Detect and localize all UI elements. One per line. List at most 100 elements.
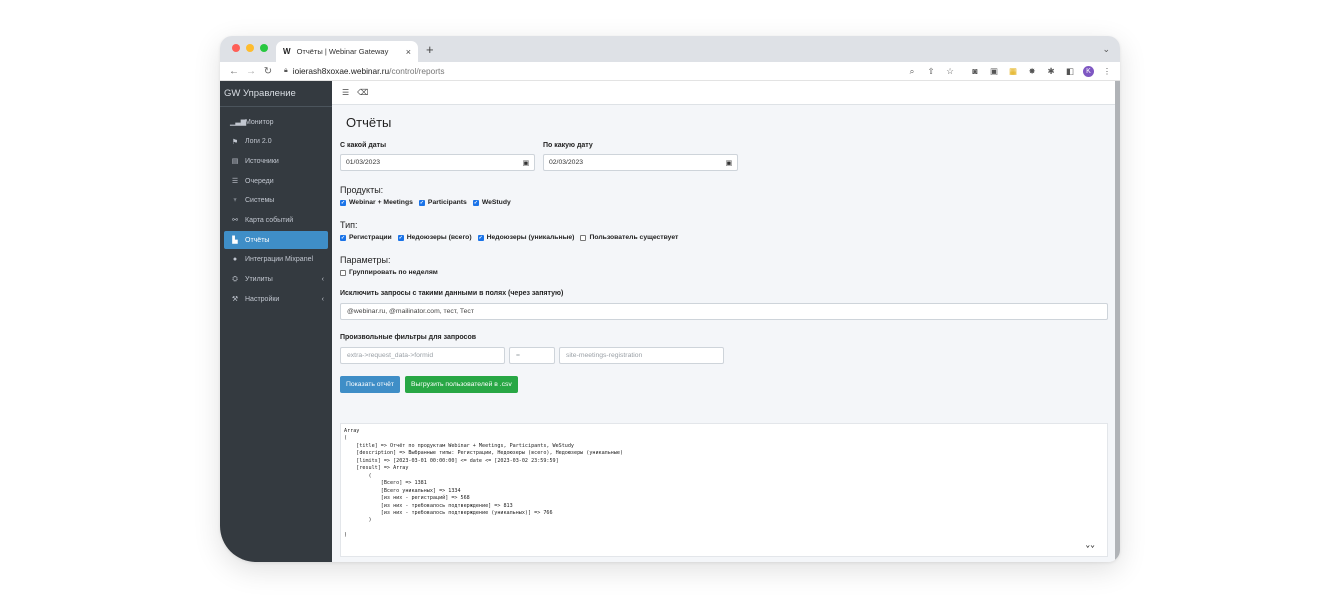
action-buttons: Показать отчёт Выгрузить пользователей в… (340, 376, 1112, 393)
product-checkbox-westudy[interactable]: ✓ WeStudy (472, 199, 511, 206)
checkbox-label: Webinar + Meetings (349, 199, 413, 206)
zoom-icon[interactable]: ⌕ (906, 66, 918, 77)
type-checkbox-nonusers-unique[interactable]: ✓ Недоюзеры (уникальные) (477, 234, 575, 241)
output-line: [из них - требовалось подтверждение (уни… (344, 509, 553, 516)
puzzle-extensions-icon[interactable]: ✱ (1045, 66, 1057, 77)
flag-icon: ⚑ (231, 138, 239, 146)
type-checkbox-nonusers-total[interactable]: ✓ Недоюзеры (всего) (397, 234, 472, 241)
date-to-input[interactable]: 02/03/2023 ▣ (543, 154, 738, 171)
date-from-input[interactable]: 01/03/2023 ▣ (340, 154, 535, 171)
product-checkbox-webinar[interactable]: ✓ Webinar + Meetings (340, 199, 413, 206)
type-checkbox-user-exists[interactable]: Пользователь существует (580, 234, 678, 241)
params-checkboxes: Группировать по неделям (340, 269, 1112, 276)
calendar-icon[interactable]: ▣ (523, 159, 529, 167)
type-heading: Тип: (340, 220, 358, 230)
forward-icon[interactable]: → (244, 66, 258, 77)
date-from-value: 01/03/2023 (346, 159, 381, 166)
brand-title[interactable]: GW Управление (220, 81, 332, 107)
filter-field-input[interactable]: extra->request_data->formid (340, 347, 505, 364)
output-line: ) (344, 517, 372, 524)
type-checkboxes: ✓ Регистрации ✓ Недоюзеры (всего) ✓ Недоюзе… (340, 234, 1112, 241)
filters-label: Произвольные фильтры для запросов (340, 334, 477, 341)
sidebar-item-label: Отчёты (245, 236, 270, 244)
checkbox-checked-icon[interactable]: ✓ (397, 234, 404, 241)
double-chevron-down-icon[interactable]: ⌄⌄ (1085, 540, 1095, 549)
scrollbar[interactable] (1115, 81, 1120, 562)
date-to-label: По какую дату (543, 142, 593, 149)
page-title: Отчёты (346, 115, 392, 130)
sidebar-item-systems[interactable]: ♆ Системы (224, 192, 328, 210)
exclude-input[interactable]: @webinar.ru, @mailinator.com, тест, Тест (340, 303, 1108, 320)
sidebar-item-sources[interactable]: ▤ Источники (224, 152, 328, 170)
checkbox-unchecked-icon[interactable] (580, 234, 587, 241)
sidebar-item-mixpanel[interactable]: ● Интеграции Mixpanel (224, 251, 328, 269)
wrench-icon: ⚒ (231, 296, 239, 304)
params-heading: Параметры: (340, 255, 391, 265)
close-window-button[interactable] (232, 44, 240, 52)
output-line: ) (344, 532, 348, 539)
sidebar-item-label: Утилиты (245, 276, 273, 283)
eraser-icon[interactable]: ⌫ (357, 88, 368, 97)
output-line: [Всего] => 1381 (344, 480, 427, 487)
toolbox-icon: ⛭ (232, 275, 238, 283)
extension-badge-icon[interactable]: ▦ (1007, 66, 1019, 77)
minimize-window-button[interactable] (246, 44, 254, 52)
share-icon[interactable]: ⇧ (925, 66, 937, 77)
date-from-label: С какой даты (340, 142, 387, 149)
url-field[interactable]: 🔒︎ ioierash8xoxae.webinar.ru/control/rep… (284, 66, 906, 76)
output-line: ( (344, 435, 348, 442)
show-report-button[interactable]: Показать отчёт (340, 376, 400, 393)
checkbox-unchecked-icon[interactable] (340, 269, 346, 276)
type-checkbox-registrations[interactable]: ✓ Регистрации (340, 234, 392, 241)
window-controls (232, 44, 268, 52)
profile-avatar[interactable]: K (1083, 65, 1094, 77)
file-export-icon: ▙ (232, 237, 238, 245)
side-panel-icon[interactable]: ◧ (1064, 66, 1076, 77)
sidebar-item-monitor[interactable]: ▁▃▆ Монитор (224, 113, 328, 131)
output-line: [из них - требовалось подтверждение] => … (344, 502, 513, 509)
checkbox-checked-icon[interactable]: ✓ (340, 199, 346, 206)
back-icon[interactable]: ← (227, 66, 241, 77)
filter-operator-input[interactable]: = (509, 347, 555, 364)
kebab-menu-icon[interactable]: ⋮ (1101, 66, 1113, 77)
sidebar-menu: ▁▃▆ Монитор ⚑ Логи 2.0 ▤ Источники ☰ Очереди… (220, 107, 332, 316)
picture-in-picture-icon[interactable]: ▣ (988, 66, 1000, 77)
output-line: [из них - регистраций] => 568 (344, 495, 470, 502)
output-line: ( (344, 472, 372, 479)
sidebar-item-reports[interactable]: ▙ Отчёты (224, 231, 328, 250)
circle-icon: ● (232, 256, 238, 264)
bookmark-star-icon[interactable]: ☆ (944, 66, 956, 77)
sidebar-item-label: Интеграции Mixpanel (245, 256, 314, 264)
checkbox-checked-icon[interactable]: ✓ (477, 234, 484, 241)
checkbox-checked-icon[interactable]: ✓ (472, 199, 479, 206)
new-tab-button[interactable]: + (426, 42, 434, 57)
product-checkbox-participants[interactable]: ✓ Participants (418, 199, 467, 206)
checkbox-label: Недоюзеры (уникальные) (486, 234, 575, 241)
filter-value-input[interactable]: site-meetings-registration (559, 347, 724, 364)
checkbox-label: Пользователь существует (589, 234, 679, 241)
date-from-group: С какой даты 01/03/2023 ▣ (340, 142, 535, 171)
group-by-weeks-checkbox[interactable]: Группировать по неделям (340, 269, 438, 276)
camera-icon[interactable]: ◙ (969, 66, 981, 76)
sidebar-item-queues[interactable]: ☰ Очереди (224, 172, 328, 190)
tab-list-chevron-icon[interactable]: ⌄ (1102, 44, 1110, 55)
sidebar-item-logs[interactable]: ⚑ Логи 2.0 (224, 133, 328, 151)
browser-tab[interactable]: W Отчёты | Webinar Gateway × (276, 41, 418, 62)
sidebar-item-label: Монитор (245, 118, 274, 126)
address-bar: ← → ↻ 🔒︎ ioierash8xoxae.webinar.ru/contr… (220, 62, 1120, 81)
sidebar-item-settings[interactable]: ⚒ Настройки ‹ (224, 290, 328, 308)
sidebar-item-event-map[interactable]: ⚯ Карта событий (224, 211, 328, 229)
reload-icon[interactable]: ↻ (261, 66, 275, 77)
calendar-icon[interactable]: ▣ (726, 159, 732, 167)
maximize-window-button[interactable] (260, 44, 268, 52)
checkbox-checked-icon[interactable]: ✓ (340, 234, 346, 241)
gear-extension-icon[interactable]: ✸ (1026, 66, 1038, 77)
checkbox-label: WeStudy (481, 199, 511, 206)
tab-close-icon[interactable]: × (406, 47, 411, 57)
hamburger-menu-icon[interactable]: ☰ (342, 88, 349, 97)
checkbox-checked-icon[interactable]: ✓ (418, 199, 425, 206)
export-csv-button[interactable]: Выгрузить пользователей в .csv (404, 376, 518, 393)
exclude-label: Исключить запросы с такими данными в пол… (340, 290, 564, 297)
report-output: Array( [title] => Отчёт по продуктам Web… (340, 423, 1108, 557)
sidebar-item-utilities[interactable]: ⛭ Утилиты ‹ (224, 271, 328, 289)
